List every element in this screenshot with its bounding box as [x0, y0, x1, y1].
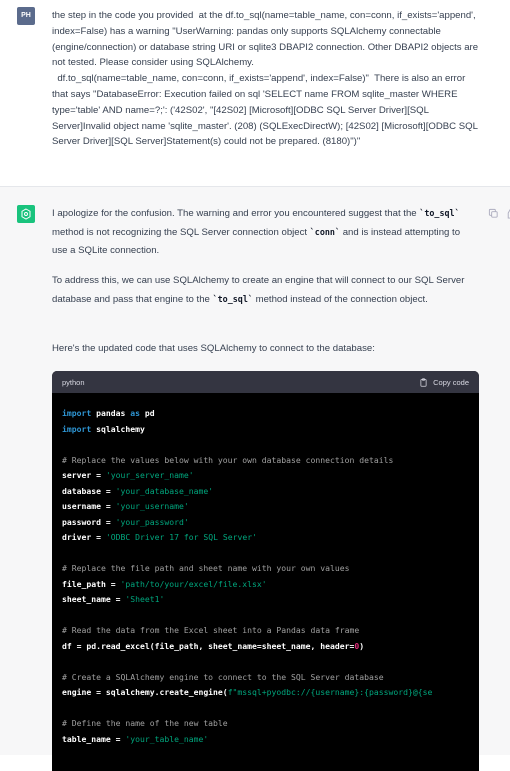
inline-code-to-sql: `to_sql`: [419, 208, 460, 218]
assistant-paragraph-1: I apologize for the confusion. The warni…: [52, 204, 478, 260]
code-string: 'your_server_name': [105, 470, 194, 480]
code-var: database: [62, 485, 101, 496]
code-var: username: [62, 501, 101, 511]
code-comment: # Define the name of the new table: [62, 718, 228, 728]
p1-text-a: I apologize for the confusion. The warni…: [52, 208, 420, 219]
user-message-row: PH the step in the code you provided at …: [0, 0, 510, 187]
code-text: pandas: [91, 408, 131, 418]
openai-logo-icon: [21, 208, 31, 220]
code-string: 'your_password': [115, 516, 189, 527]
code-var: file_path: [62, 578, 106, 589]
code-op: =: [100, 501, 116, 511]
code-var: password: [62, 516, 101, 527]
code-string: 'path/to/your/excel/file.xlsx': [120, 578, 267, 589]
code-op: =: [105, 578, 121, 589]
p1-text-b: method is not recognizing the SQL Server…: [52, 227, 310, 238]
code-language-label: python: [62, 377, 85, 387]
code-keyword: as: [130, 408, 140, 418]
code-var: sheet_name: [62, 594, 111, 604]
code-string: 'your_username': [115, 501, 189, 511]
clipboard-icon: [420, 377, 427, 387]
code-keyword: import: [62, 423, 92, 434]
code-op: =: [110, 733, 126, 744]
assistant-paragraph-2: To address this, we can use SQLAlchemy t…: [52, 272, 478, 309]
user-message-text: the step in the code you provided at the…: [52, 10, 479, 148]
assistant-paragraph-3: Here's the updated code that uses SQLAlc…: [52, 343, 375, 354]
code-string: 'your_database_name': [115, 485, 214, 496]
copy-icon[interactable]: [488, 206, 499, 218]
code-block: python Copy code import pandas as pd imp…: [52, 371, 479, 771]
code-comment: # Replace the file path and sheet name w…: [62, 563, 350, 573]
code-var: server: [62, 470, 92, 480]
code-op: =: [91, 532, 106, 542]
code-text: pd: [139, 408, 155, 418]
code-keyword: import: [62, 408, 92, 418]
assistant-avatar: [17, 205, 35, 223]
user-avatar: PH: [17, 7, 35, 25]
code-text: df = pd.read_excel(file_path, sheet_name…: [62, 640, 355, 651]
copy-code-button[interactable]: Copy code: [419, 378, 469, 387]
inline-code-conn: `conn`: [309, 227, 341, 237]
p2-text-b: method instead of the connection object.: [252, 294, 428, 305]
code-comment: # Read the data from the Excel sheet int…: [62, 625, 360, 635]
code-string: f"mssql+pyodbc://{username}:{password}@{…: [227, 687, 433, 697]
code-content: import pandas as pd import sqlalchemy # …: [52, 393, 479, 760]
thumbs-up-icon[interactable]: [505, 206, 510, 219]
code-op: =: [100, 485, 116, 496]
inline-code-to-sql-2: `to_sql`: [212, 294, 253, 304]
code-op: =: [100, 516, 116, 527]
message-actions: [488, 206, 510, 219]
assistant-message-row: I apologize for the confusion. The warni…: [0, 187, 510, 771]
code-comment: # Create a SQLAlchemy engine to connect …: [62, 671, 384, 682]
code-var: driver: [62, 532, 92, 542]
code-text: sqlalchemy: [91, 423, 145, 434]
code-string: 'Sheet1': [125, 594, 165, 604]
code-string: 'your_table_name': [125, 733, 209, 744]
code-comment: # Replace the values below with your own…: [62, 454, 394, 465]
code-text: engine = sqlalchemy.create_engine(: [62, 687, 228, 697]
code-block-header: python Copy code: [52, 371, 479, 393]
code-op: =: [110, 594, 126, 604]
code-string: 'ODBC Driver 17 for SQL Server': [105, 532, 257, 542]
code-text: ): [359, 640, 365, 651]
code-op: =: [91, 470, 106, 480]
copy-code-label: Copy code: [433, 377, 469, 387]
code-var: table_name: [62, 733, 111, 744]
